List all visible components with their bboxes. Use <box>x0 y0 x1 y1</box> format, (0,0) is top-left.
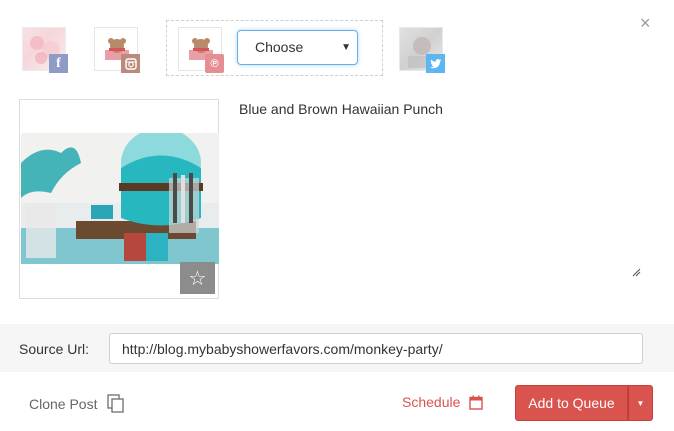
add-to-queue-button[interactable]: Add to Queue <box>515 385 628 421</box>
facebook-icon: f <box>49 54 68 73</box>
account-twitter[interactable] <box>399 27 445 73</box>
close-icon[interactable]: × <box>640 14 656 32</box>
board-select-value: Choose <box>255 39 304 55</box>
account-facebook[interactable]: f <box>22 27 68 73</box>
source-url-label: Source Url: <box>19 341 90 357</box>
chevron-down-icon[interactable]: ▼ <box>628 385 653 421</box>
add-to-queue-group: Add to Queue ▼ <box>515 385 653 421</box>
post-image <box>21 133 219 264</box>
copy-icon <box>107 394 125 413</box>
pinterest-icon: ℗ <box>205 54 224 73</box>
instagram-icon <box>121 54 140 73</box>
resize-handle-icon[interactable] <box>632 268 641 277</box>
board-select[interactable]: Choose ▼ <box>237 30 358 65</box>
calendar-icon <box>469 395 484 410</box>
clone-post-button[interactable]: Clone Post <box>29 394 125 413</box>
account-instagram[interactable] <box>94 27 140 73</box>
post-image-frame: ☆ <box>19 99 219 299</box>
clone-post-label: Clone Post <box>29 395 98 412</box>
source-url-bar: Source Url: <box>0 324 674 372</box>
caption-textarea[interactable]: Blue and Brown Hawaiian Punch <box>239 99 643 279</box>
chevron-down-icon: ▼ <box>341 42 351 53</box>
schedule-label: Schedule <box>402 394 461 410</box>
account-pinterest[interactable]: ℗ <box>178 27 224 73</box>
star-icon[interactable]: ☆ <box>180 262 215 294</box>
twitter-icon <box>426 54 445 73</box>
source-url-input[interactable] <box>109 333 643 364</box>
schedule-button[interactable]: Schedule <box>402 394 484 410</box>
